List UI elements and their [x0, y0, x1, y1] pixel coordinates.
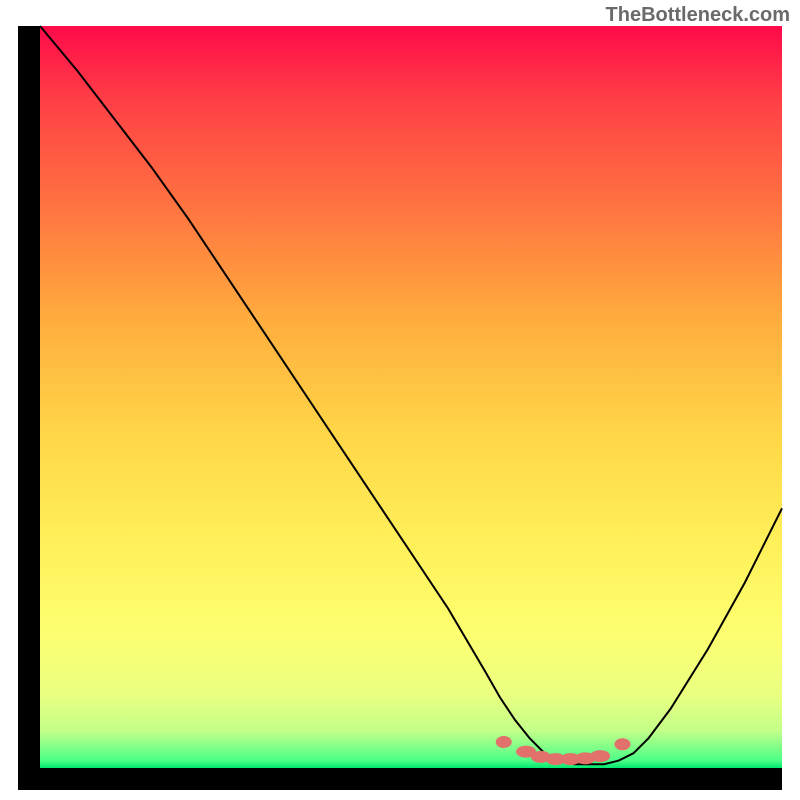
bottleneck-curve — [40, 26, 782, 764]
marker-dot — [590, 750, 610, 762]
chart-svg — [40, 26, 782, 768]
plot-area — [40, 26, 782, 768]
marker-dot — [496, 736, 512, 748]
optimal-markers — [496, 736, 631, 765]
marker-dot — [614, 738, 630, 750]
watermark-text: TheBottleneck.com — [606, 4, 790, 27]
plot-frame — [18, 26, 782, 790]
chart-container: TheBottleneck.com — [0, 0, 800, 800]
